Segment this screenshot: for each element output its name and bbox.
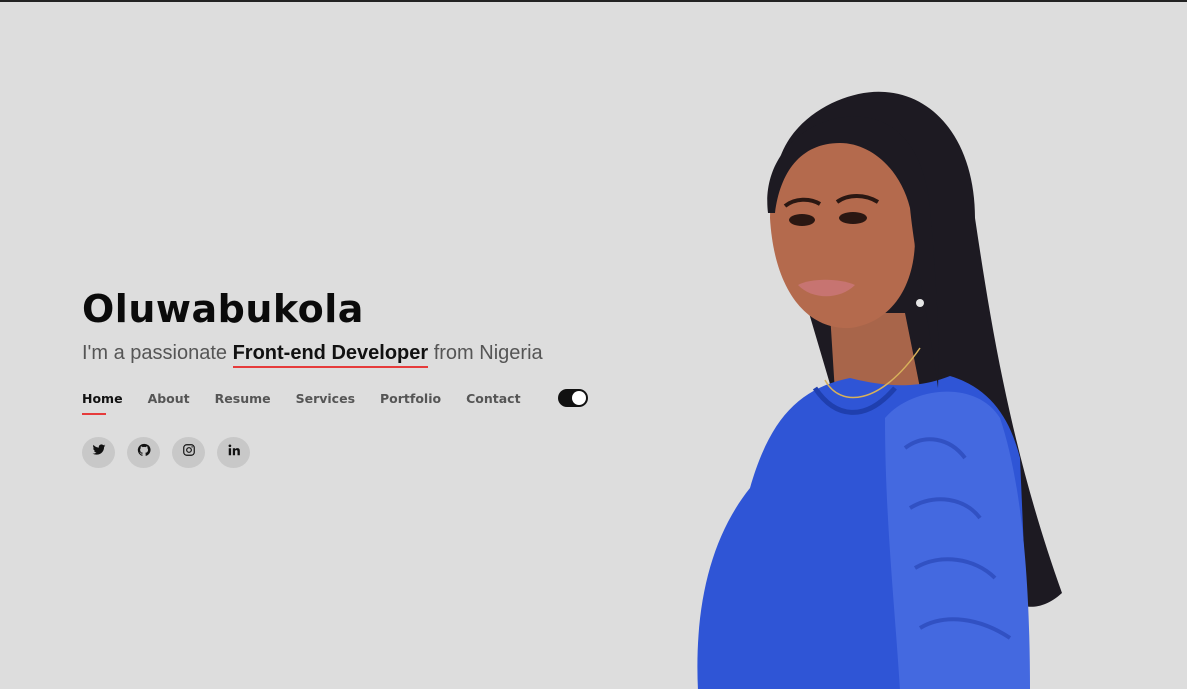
nav-item-home[interactable]: Home bbox=[82, 391, 123, 415]
nav-item-resume[interactable]: Resume bbox=[215, 391, 271, 406]
theme-toggle[interactable] bbox=[557, 389, 588, 407]
linkedin-icon bbox=[227, 443, 241, 462]
toggle-knob bbox=[571, 391, 586, 405]
instagram-link[interactable] bbox=[172, 437, 205, 468]
main-nav: Home About Resume Services Portfolio Con… bbox=[82, 387, 588, 415]
github-link[interactable] bbox=[127, 437, 160, 468]
profile-photo bbox=[697, 91, 1062, 689]
twitter-icon bbox=[92, 443, 106, 462]
tagline-suffix: from Nigeria bbox=[428, 342, 543, 364]
github-icon bbox=[137, 443, 151, 462]
nav-item-services[interactable]: Services bbox=[296, 391, 355, 406]
tagline-prefix: I'm a passionate bbox=[82, 342, 233, 364]
tagline-role: Front-end Developer bbox=[232, 342, 429, 368]
nav-item-about[interactable]: About bbox=[148, 391, 190, 406]
social-links bbox=[82, 437, 588, 468]
linkedin-link[interactable] bbox=[217, 437, 250, 468]
nav-item-portfolio[interactable]: Portfolio bbox=[380, 391, 441, 406]
hero-tagline: I'm a passionate Front-end Developer fro… bbox=[82, 342, 588, 368]
nav-item-contact[interactable]: Contact bbox=[466, 391, 520, 406]
hero-section: Oluwabukola I'm a passionate Front-end D… bbox=[82, 284, 588, 468]
hero-name: Oluwabukola bbox=[82, 287, 364, 331]
twitter-link[interactable] bbox=[82, 437, 115, 468]
instagram-icon bbox=[182, 443, 196, 462]
